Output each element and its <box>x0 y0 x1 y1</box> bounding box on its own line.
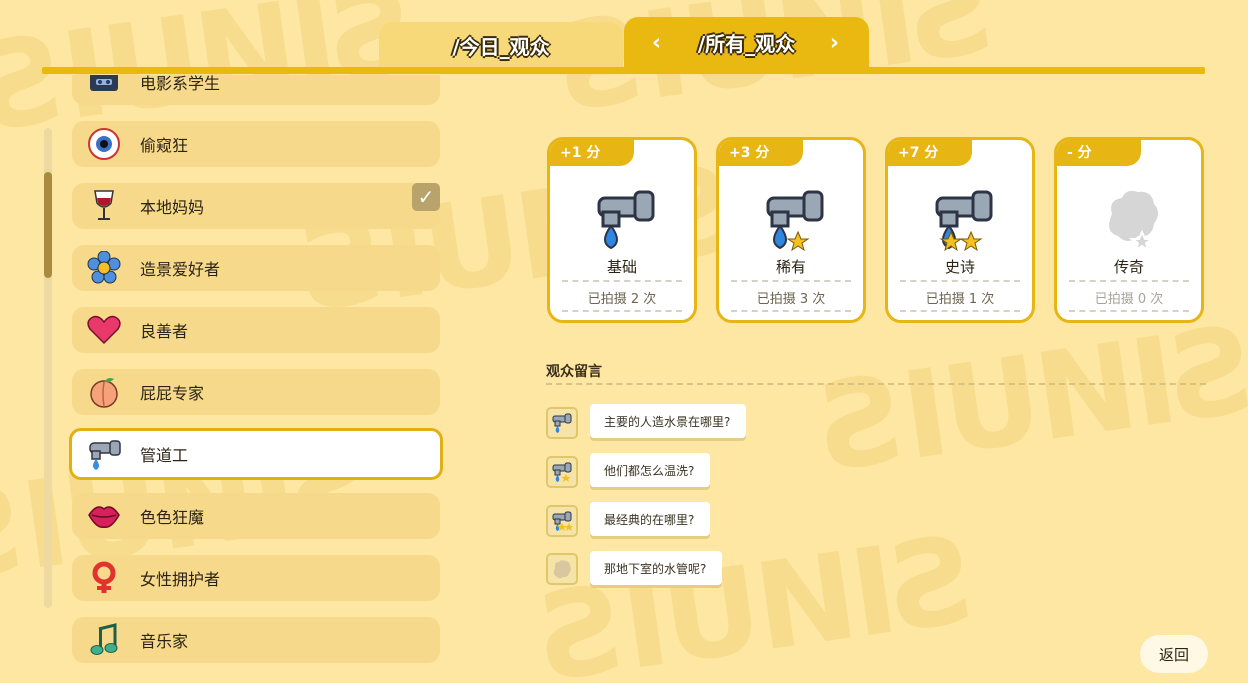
list-item-label: 造景爱好者 <box>140 260 221 279</box>
wine-glass-icon <box>84 186 124 226</box>
tab-today-audience[interactable]: /今日_观众 <box>379 22 623 68</box>
rarity-card-basic: +1 分 基础 已拍摄 2 次 <box>547 137 697 323</box>
list-item-label: 本地妈妈 <box>140 198 205 217</box>
card-rarity-name: 史诗 <box>944 258 975 276</box>
comment-bubble: 他们都怎么温洗? <box>590 453 711 487</box>
comment-text: 那地下室的水管呢? <box>604 561 707 576</box>
list-scrollbar-thumb[interactable] <box>44 172 52 278</box>
card-shot-count: 已拍摄 3 次 <box>756 292 826 307</box>
music-note-icon <box>84 620 124 660</box>
back-button[interactable]: 返回 <box>1140 635 1208 673</box>
comments-divider <box>546 383 1206 385</box>
tab-today-label: /今日_观众 <box>452 34 550 59</box>
eyeball-icon <box>84 124 124 164</box>
list-item-plumber[interactable]: 管道工 <box>69 428 443 480</box>
divider <box>562 280 682 282</box>
list-item-label: 屁屁专家 <box>140 384 205 403</box>
list-item-label: 偷窥狂 <box>140 136 189 155</box>
comment-bubble: 主要的人造水景在哪里? <box>590 404 747 438</box>
card-shot-count: 已拍摄 2 次 <box>587 292 657 307</box>
faucet-icon <box>546 456 578 488</box>
list-item-landscaper[interactable]: 造景爱好者 <box>72 245 440 291</box>
comment-bubble: 最经典的在哪里? <box>590 502 711 536</box>
faucet-icon <box>760 184 830 254</box>
divider <box>900 310 1020 312</box>
faucet-icon <box>929 184 999 254</box>
card-points: +7 分 <box>888 140 972 166</box>
comments-title: 观众留言 <box>546 364 602 380</box>
rarity-card-epic: +7 分 史诗 已拍摄 1 次 <box>885 137 1035 323</box>
check-icon: ✓ <box>412 183 440 211</box>
rarity-card-rare: +3 分 稀有 已拍摄 3 次 <box>716 137 866 323</box>
list-item-film-student[interactable]: 电影系学生 <box>72 75 440 105</box>
card-points: +3 分 <box>719 140 803 166</box>
female-symbol-icon <box>84 558 124 598</box>
peach-icon <box>84 372 124 412</box>
flower-icon <box>84 248 124 288</box>
comment-text: 最经典的在哪里? <box>604 512 695 527</box>
list-item-label: 音乐家 <box>140 632 189 651</box>
divider <box>900 280 1020 282</box>
divider <box>1069 310 1189 312</box>
comment-text: 主要的人造水景在哪里? <box>604 414 731 429</box>
list-item-label: 良善者 <box>140 322 189 341</box>
list-item-label: 色色狂魔 <box>140 508 205 527</box>
next-arrow-icon[interactable]: › <box>830 30 839 55</box>
faucet-icon <box>591 184 661 254</box>
tab-underline <box>42 67 1205 74</box>
list-item-local-mom[interactable]: 本地妈妈 ✓ <box>72 183 440 229</box>
locked-silhouette-icon <box>546 553 578 585</box>
list-item-kind-person[interactable]: 良善者 <box>72 307 440 353</box>
card-points: - 分 <box>1057 140 1141 166</box>
divider <box>1069 280 1189 282</box>
divider <box>731 310 851 312</box>
list-scrollbar[interactable] <box>44 128 52 608</box>
rarity-card-legendary: - 分 传奇 已拍摄 0 次 <box>1054 137 1204 323</box>
audience-list: 电影系学生 偷窥狂 本地妈妈 ✓ 造景爱好者 良善者 屁屁专家 管道工 色色狂魔… <box>60 75 460 683</box>
card-rarity-name: 基础 <box>606 258 637 276</box>
list-item-pervert[interactable]: 色色狂魔 <box>72 493 440 539</box>
heart-icon <box>84 310 124 350</box>
lips-icon <box>84 496 124 536</box>
list-item-feminist[interactable]: 女性拥护者 <box>72 555 440 601</box>
cassette-icon <box>84 75 124 102</box>
back-button-label: 返回 <box>1158 645 1189 664</box>
faucet-icon <box>84 434 124 474</box>
tab-all-label: /所有_观众 <box>697 32 796 56</box>
list-item-label: 女性拥护者 <box>140 570 221 589</box>
card-points: +1 分 <box>550 140 634 166</box>
faucet-icon <box>546 407 578 439</box>
card-shot-count: 已拍摄 0 次 <box>1094 292 1164 307</box>
list-item-musician[interactable]: 音乐家 <box>72 617 440 663</box>
list-item-butt-expert[interactable]: 屁屁专家 <box>72 369 440 415</box>
comment-bubble: 那地下室的水管呢? <box>590 551 723 585</box>
comment-text: 他们都怎么温洗? <box>604 463 695 478</box>
prev-arrow-icon[interactable]: ‹ <box>652 30 661 55</box>
card-rarity-name: 传奇 <box>1113 258 1144 276</box>
divider <box>562 310 682 312</box>
list-item-label: 管道工 <box>140 446 189 465</box>
locked-silhouette-icon <box>1098 184 1168 254</box>
divider <box>731 280 851 282</box>
card-rarity-name: 稀有 <box>775 258 806 276</box>
faucet-icon <box>546 505 578 537</box>
card-shot-count: 已拍摄 1 次 <box>925 292 995 307</box>
list-item-label: 电影系学生 <box>140 75 221 93</box>
list-item-voyeur[interactable]: 偷窥狂 <box>72 121 440 167</box>
tab-all-audience[interactable]: ‹ /所有_观众 › <box>624 17 869 68</box>
